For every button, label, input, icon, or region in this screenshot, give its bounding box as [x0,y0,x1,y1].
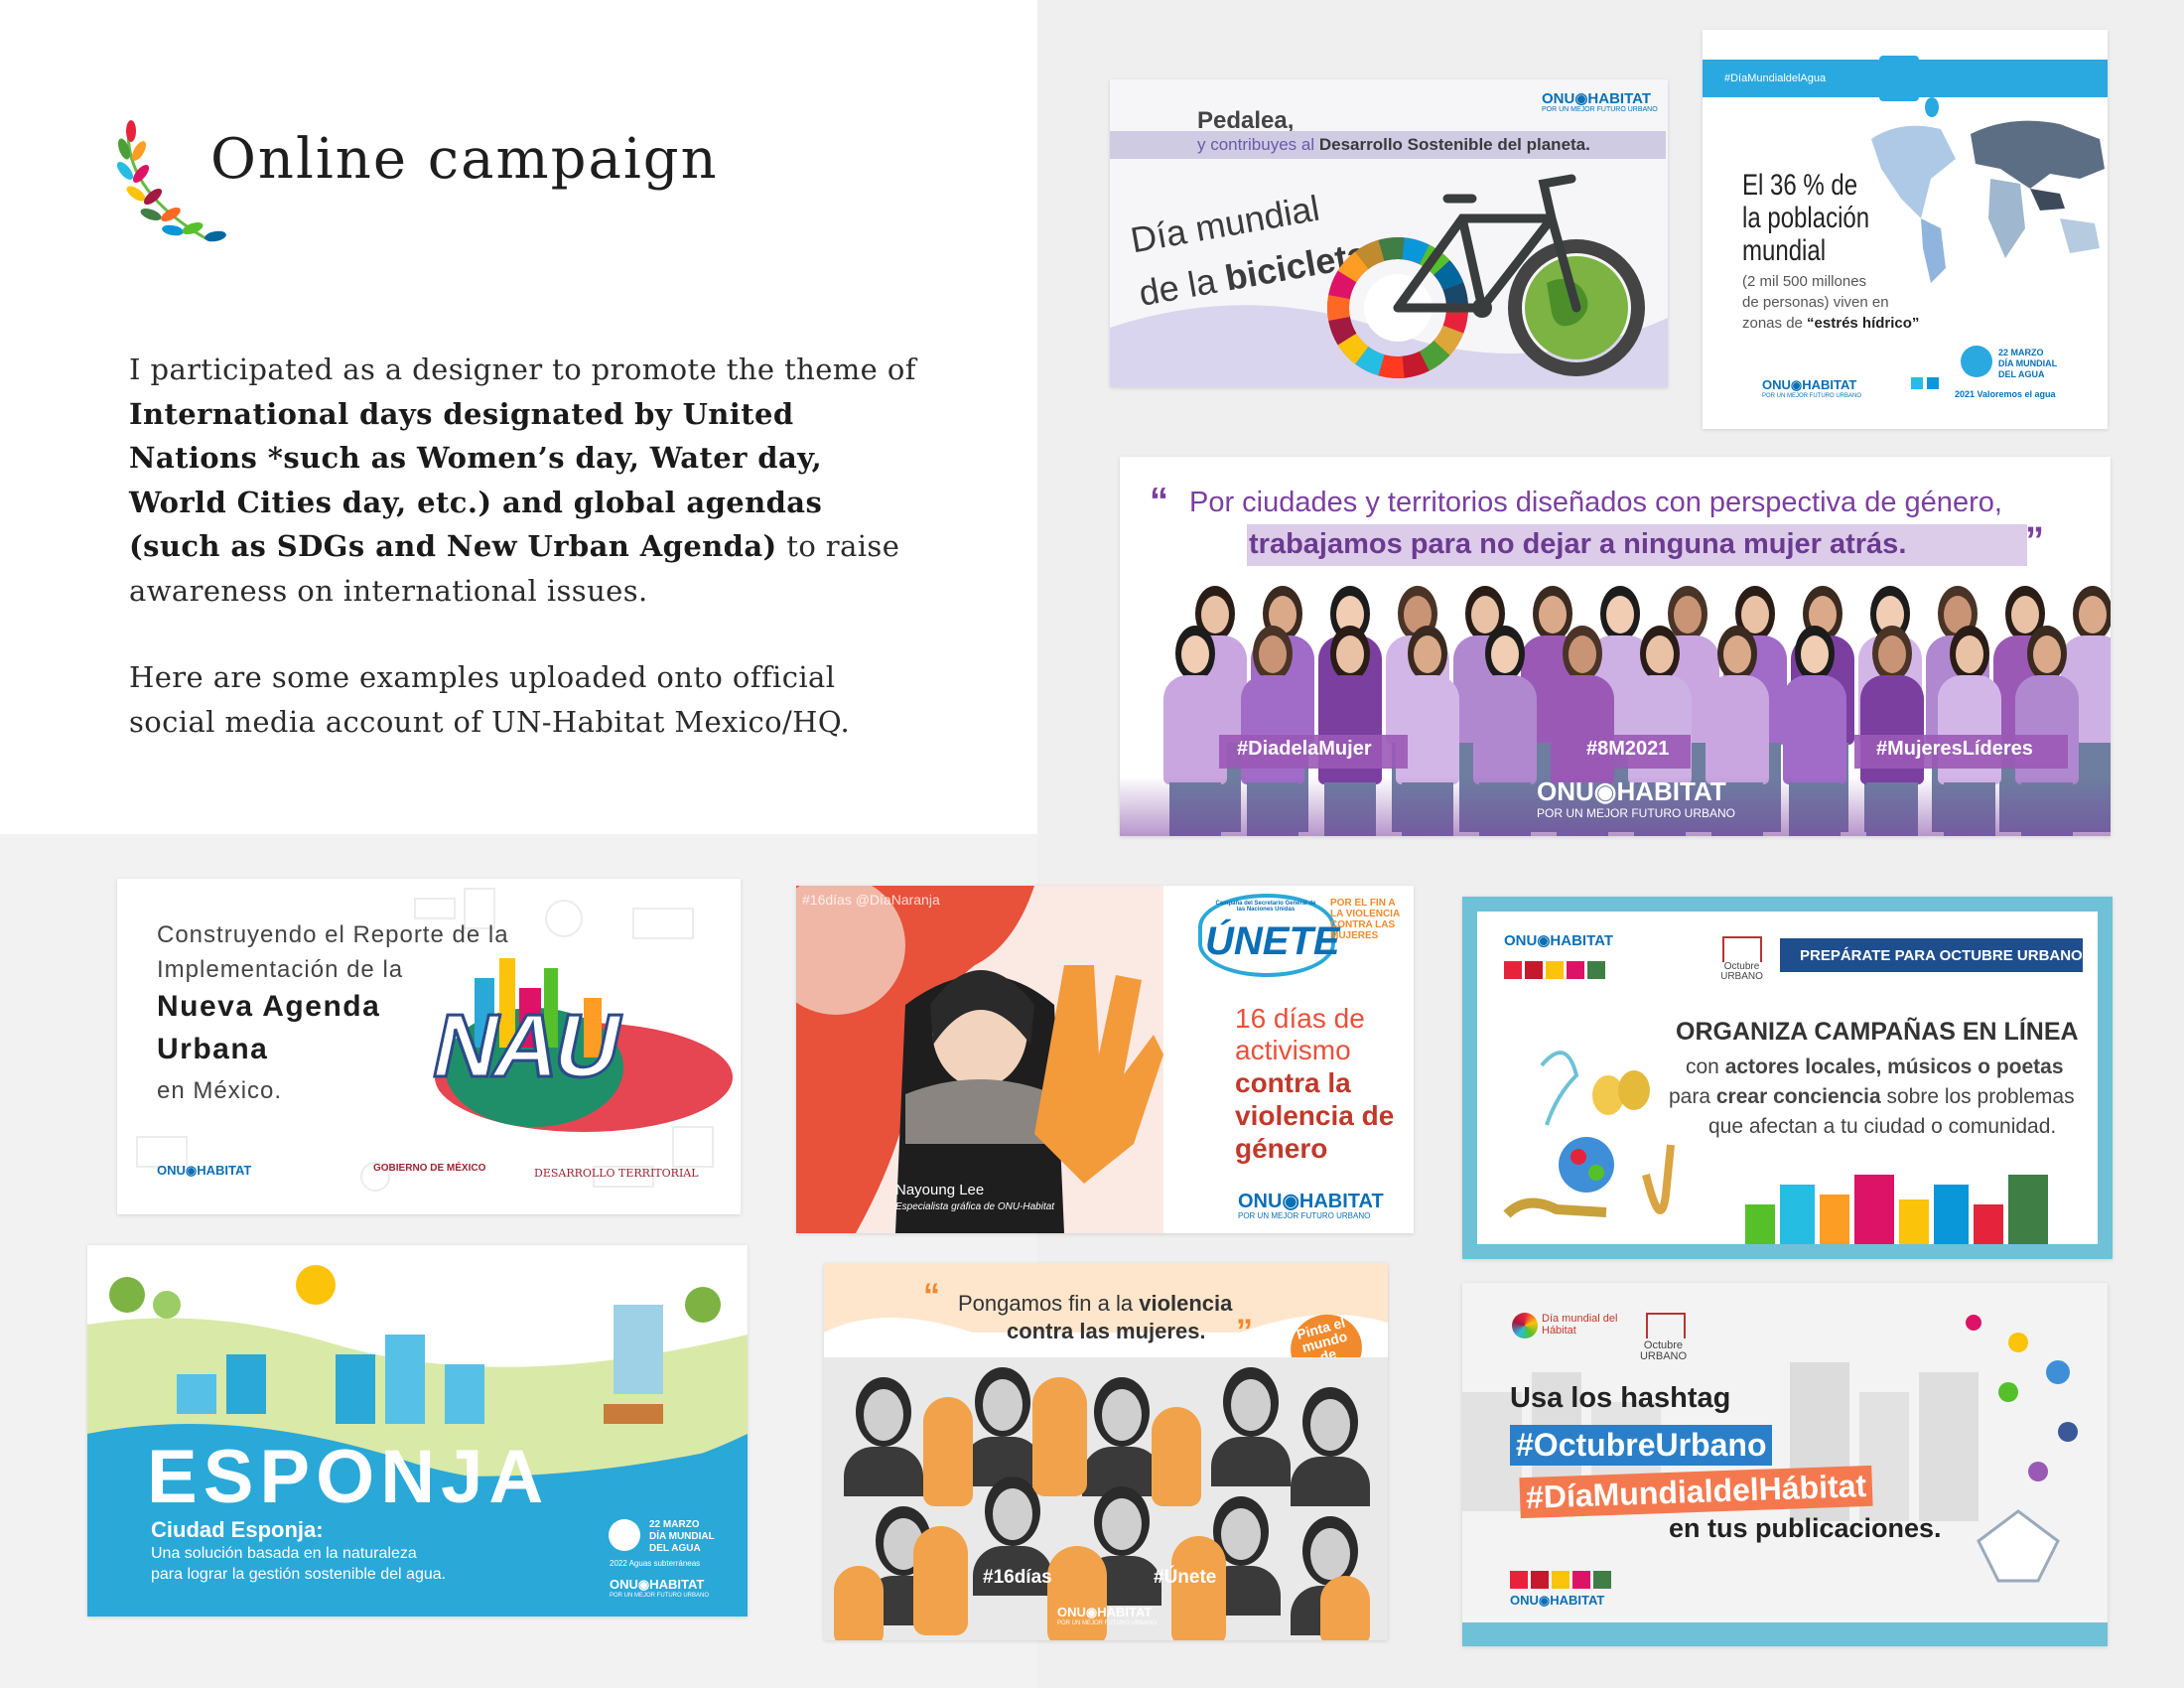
tag-unete: #Únete [1154,1567,1217,1588]
esponja-heading: Ciudad Esponja: [151,1517,324,1542]
esponja-logo-sub: POR UN MEJOR FUTURO URBANO [610,1593,710,1599]
octubre-logo: ONU◉HABITAT [1504,932,1614,949]
pongamos-line-2: contra las mujeres. [1007,1319,1206,1343]
tag-mujereslideres: #MujeresLíderes [1876,738,2033,760]
esponja-day-4: 2022 Aguas subterráneas [610,1559,701,1568]
unete-tag: #16días @DíaNaranja [802,892,940,908]
water-stat-3: mundial [1742,234,1827,267]
esponja-word: ESPONJA [147,1435,550,1519]
water-stat-2: la población [1742,202,1870,234]
pongamos-fin-card: “ Pongamos fin a la violencia contra las… [824,1263,1388,1640]
nau-line-3: Nueva Agenda [157,990,381,1023]
unete-name: Nayoung Lee [895,1182,985,1198]
hashtag-line-1: Usa los hashtag [1510,1382,1731,1414]
unete-card: #16días @DíaNaranja Nayoung Lee Especial… [796,886,1414,1233]
nau-logo-gob: GOBIERNO DE MÉXICO [373,1163,486,1174]
nau-line-5: en México. [157,1077,283,1104]
unete-text-4: violencia de [1235,1100,1395,1131]
world-map [1871,120,2105,283]
esponja-logo: ONU◉HABITAT [610,1577,705,1592]
nau-logo-un: ONU◉HABITAT [157,1163,252,1178]
pongamos-line-1: Pongamos fin a la violencia [958,1291,1233,1316]
esponja-sub-2: para lograr la gestión sostenible del ag… [151,1566,447,1583]
hashtag-line-2: en tus publicaciones. [1669,1513,1942,1543]
octubre-brand: Octubre URBANO [1720,961,1763,982]
unete-logo: ONU◉HABITAT [1238,1191,1384,1212]
nau-line-2: Implementación de la [157,956,404,983]
unete-role: Especialista gráfica de ONU-Habitat [895,1201,1055,1212]
esponja-day-2: DÍA MUNDIAL [649,1531,715,1542]
pongamos-photo-collage [824,1357,1388,1640]
water-day-2: DÍA MUNDIAL [1998,358,2058,368]
pongamos-quote-close: ” [1236,1313,1253,1350]
water-stat-1: El 36 % de [1742,169,1858,202]
quote-open-mark: “ [1150,481,1168,522]
octubre-badge: PREPÁRATE PARA OCTUBRE URBANO [1800,947,2083,964]
water-logo: ONU◉HABITAT [1762,377,1857,392]
intro-highlight: International days designated by United … [129,396,823,564]
womens-day-card: “ Por ciudades y territorios diseñados c… [1120,457,2111,836]
intro-text: I participated as a designer to promote … [129,352,916,386]
unete-text-5: género [1235,1133,1328,1164]
unete-text-1: 16 días de [1235,1003,1365,1034]
nau-line-4: Urbana [157,1033,269,1065]
page-title: Online campaign [210,127,719,192]
bicycle-logo: ONU◉HABITAT [1542,90,1652,107]
sdg-icons [1504,961,1643,984]
bicycle-logo-sub: POR UN MEJOR FUTURO URBANO [1542,106,1658,113]
women-logo-sub: POR UN MEJOR FUTURO URBANO [1537,806,1736,820]
ciudad-esponja-card: ESPONJA Ciudad Esponja: Una solución bas… [87,1245,748,1617]
water-logo-sub: POR UN MEJOR FUTURO URBANO [1762,393,1862,399]
women-quote-2: trabajamos para no dejar a ninguna mujer… [1249,528,1907,560]
unete-logo-sub: POR UN MEJOR FUTURO URBANO [1238,1211,1371,1220]
hashtag-tag-1: #OctubreUrbano [1510,1425,1773,1466]
women-logo: ONU◉HABITAT [1537,776,1726,806]
esponja-day-1: 22 MARZO [649,1519,700,1530]
hashtag-logo: ONU◉HABITAT [1510,1593,1605,1608]
water-tag: #DíaMundialdelAgua [1724,72,1827,84]
pongamos-logo: ONU◉HABITAT [1057,1605,1153,1619]
quote-close-mark: ” [2025,520,2044,562]
tag-8m2021: #8M2021 [1586,738,1670,760]
unete-brand-side: POR EL FIN A LA VIOLENCIA CONTRA LAS MUJ… [1330,898,1400,941]
women-quote-1: Por ciudades y territorios diseñados con… [1189,487,2002,518]
esponja-day-3: DEL AGUA [649,1543,701,1554]
nau-card: Construyendo el Reporte de la Implementa… [117,879,741,1214]
water-day-4: 2021 Valoremos el agua [1955,389,2056,399]
intro-paragraph: I participated as a designer to promote … [129,348,923,613]
unete-brand: ÚNETE [1205,919,1340,963]
nau-letters: NAU [423,996,628,1098]
nau-logo-dt: DESARROLLO TERRITORIAL [534,1167,699,1180]
hashtag-card: Día mundial del Hábitat Octubre URBANO U… [1462,1283,2108,1646]
water-sub-1: (2 mil 500 millones [1742,273,1867,290]
octubre-illustration [1503,1051,2048,1244]
pongamos-logo-sub: POR UN MEJOR FUTURO URBANO [1057,1620,1158,1626]
hashtag-brand-2: Octubre URBANO [1639,1339,1688,1362]
sdg-icons [1510,1571,1639,1594]
water-sub-3: zonas de “estrés hídrico” [1742,315,1920,332]
bicycle-day-card: Pedalea, y contribuyes al Desarrollo Sos… [1110,79,1668,387]
water-day-card: #DíaMundialdelAgua El 36 % de la poblaci… [1703,30,2108,429]
pongamos-quote-open: “ [923,1277,940,1315]
water-sub-2: de personas) viven en [1742,294,1889,311]
examples-paragraph: Here are some examples uploaded onto off… [129,660,851,739]
unete-text-2: activismo [1235,1035,1351,1065]
bicycle-line2: y contribuyes al Desarrollo Sostenible d… [1197,135,1590,154]
water-day-3: DEL AGUA [1998,369,2045,379]
tag-diadelamujer: #DiadelaMujer [1237,738,1372,760]
octubre-campanas-card: ONU◉HABITAT Octubre URBANO PREPÁRATE PAR… [1462,897,2113,1259]
tag-16dias: #16días [983,1567,1052,1588]
esponja-sub-1: Una solución basada en la naturaleza [151,1545,417,1562]
water-day-1: 22 MARZO [1998,348,2044,357]
bicycle-icon [1327,174,1645,378]
unete-brand-top: Campaña del Secretario General de las Na… [1215,901,1316,913]
hashtag-brand-1: Día mundial del Hábitat [1542,1313,1618,1336]
unete-text-3: contra la [1235,1067,1351,1098]
